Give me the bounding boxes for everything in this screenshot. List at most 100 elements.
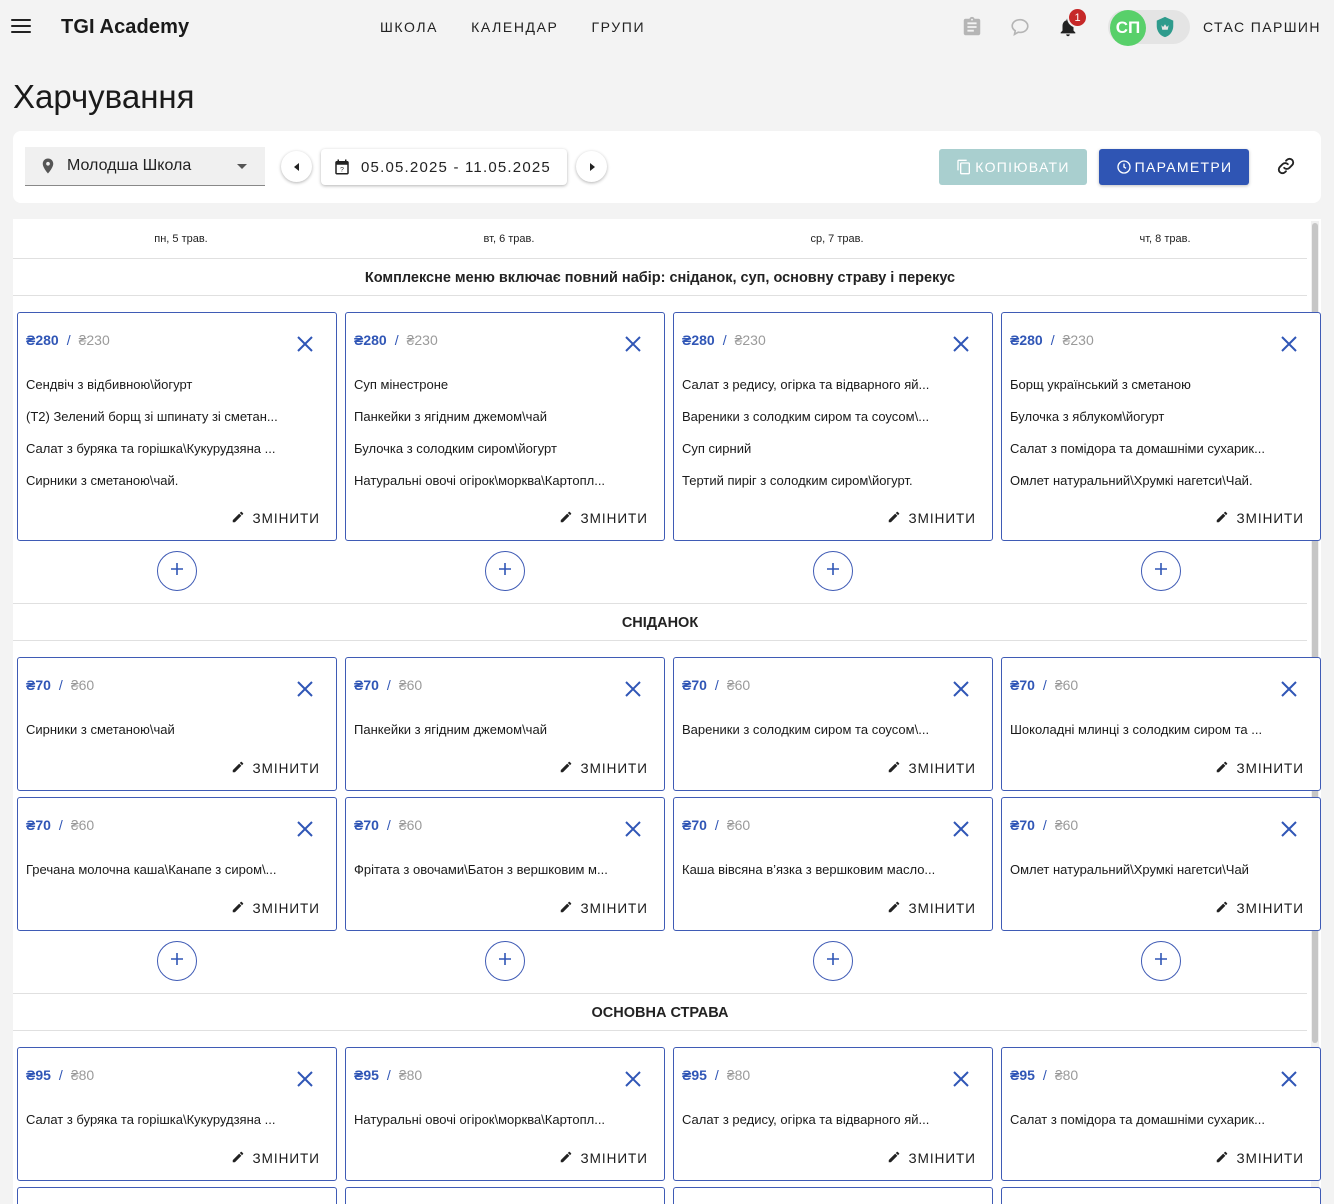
close-icon[interactable] xyxy=(296,335,314,353)
copy-button[interactable]: КОПІЮВАТИ xyxy=(939,149,1087,185)
link-icon[interactable] xyxy=(1273,153,1299,179)
edit-button[interactable]: ЗМІНИТИ xyxy=(887,900,976,917)
close-icon[interactable] xyxy=(952,680,970,698)
close-icon[interactable] xyxy=(296,820,314,838)
add-meal-button[interactable] xyxy=(157,941,197,981)
meal-card[interactable] xyxy=(345,1187,665,1204)
menu-icon[interactable] xyxy=(11,19,31,35)
meal-card[interactable]: ₴70 / ₴60 Каша вівсяна в’язка з вершковим м… xyxy=(673,797,993,931)
meal-card[interactable]: ₴70 / ₴60 Шоколадні млинці з солодким сиром… xyxy=(1001,657,1321,791)
add-meal-button[interactable] xyxy=(813,941,853,981)
page-title: Харчування xyxy=(13,78,195,115)
meal-item: Омлет натуральний\Хрумкі нагетси\Чай xyxy=(1010,862,1249,877)
close-icon[interactable] xyxy=(1280,1070,1298,1088)
meal-item: Фрітата з овочами\Батон з вершковим м... xyxy=(354,862,608,877)
prev-week-button[interactable] xyxy=(281,151,312,182)
price-primary: ₴95 xyxy=(354,1067,379,1083)
meal-price: ₴70 / ₴60 xyxy=(682,677,750,693)
close-icon[interactable] xyxy=(624,1070,642,1088)
edit-button[interactable]: ЗМІНИТИ xyxy=(559,1150,648,1167)
close-icon[interactable] xyxy=(296,680,314,698)
add-meal-button[interactable] xyxy=(1141,941,1181,981)
meal-card[interactable]: ₴70 / ₴60 Панкейки з ягідним джемом\чай ЗМІН… xyxy=(345,657,665,791)
pencil-icon xyxy=(1215,1150,1229,1167)
meal-card[interactable]: ₴70 / ₴60 Фрітата з овочами\Батон з вершков… xyxy=(345,797,665,931)
meal-item: Суп мінестроне xyxy=(354,377,449,392)
meal-card[interactable]: ₴95 / ₴80 Салат з буряка та горішка\Кукуруд… xyxy=(17,1047,337,1181)
edit-button[interactable]: ЗМІНИТИ xyxy=(559,760,648,777)
edit-button[interactable]: ЗМІНИТИ xyxy=(231,510,320,527)
close-icon[interactable] xyxy=(952,820,970,838)
meal-card[interactable]: ₴70 / ₴60 Сирники з сметаною\чай ЗМІНИТИ xyxy=(17,657,337,791)
meal-card[interactable]: ₴95 / ₴80 Натуральні овочі огірок\морква\Ка… xyxy=(345,1047,665,1181)
meal-card[interactable]: ₴95 / ₴80 Салат з редису, огірка та відварн… xyxy=(673,1047,993,1181)
close-icon[interactable] xyxy=(1280,335,1298,353)
price-secondary: ₴60 xyxy=(70,817,95,833)
meal-card[interactable]: ₴70 / ₴60 Омлет натуральний\Хрумкі нагетси\… xyxy=(1001,797,1321,931)
edit-button[interactable]: ЗМІНИТИ xyxy=(887,1150,976,1167)
close-icon[interactable] xyxy=(624,820,642,838)
price-primary: ₴70 xyxy=(1010,817,1035,833)
brand-title[interactable]: TGI Academy xyxy=(61,16,189,39)
meal-card[interactable]: ₴70 / ₴60 Гречана молочна каша\Канапе з сир… xyxy=(17,797,337,931)
user-name[interactable]: СТАС ПАРШИН xyxy=(1203,19,1321,35)
price-separator: / xyxy=(394,332,399,348)
add-meal-button[interactable] xyxy=(485,551,525,591)
nav-item-groups[interactable]: ГРУПИ xyxy=(592,19,646,35)
edit-button[interactable]: ЗМІНИТИ xyxy=(559,510,648,527)
close-icon[interactable] xyxy=(624,680,642,698)
clipboard-icon[interactable] xyxy=(959,14,985,40)
nav-item-calendar[interactable]: КАЛЕНДАР xyxy=(471,19,558,35)
caret-left-icon xyxy=(293,162,299,171)
add-meal-button[interactable] xyxy=(1141,551,1181,591)
close-icon[interactable] xyxy=(624,335,642,353)
add-meal-button[interactable] xyxy=(813,551,853,591)
edit-button[interactable]: ЗМІНИТИ xyxy=(231,1150,320,1167)
price-separator: / xyxy=(722,332,727,348)
edit-button[interactable]: ЗМІНИТИ xyxy=(1215,900,1304,917)
edit-button[interactable]: ЗМІНИТИ xyxy=(231,760,320,777)
meal-card[interactable] xyxy=(17,1187,337,1204)
meal-price: ₴70 / ₴60 xyxy=(26,677,94,693)
close-icon[interactable] xyxy=(952,1070,970,1088)
edit-button[interactable]: ЗМІНИТИ xyxy=(1215,760,1304,777)
edit-button[interactable]: ЗМІНИТИ xyxy=(231,900,320,917)
close-icon[interactable] xyxy=(952,335,970,353)
params-button[interactable]: ПАРАМЕТРИ xyxy=(1099,149,1249,185)
day-header: ср, 7 трав. xyxy=(810,233,864,245)
meal-item: Салат з буряка та горішка\Кукурудзяна ..… xyxy=(26,1112,276,1127)
pencil-icon xyxy=(559,760,573,777)
edit-button[interactable]: ЗМІНИТИ xyxy=(1215,510,1304,527)
add-meal-button[interactable] xyxy=(485,941,525,981)
price-primary: ₴70 xyxy=(682,677,707,693)
edit-button-label: ЗМІНИТИ xyxy=(908,1151,976,1166)
chat-icon[interactable] xyxy=(1007,14,1033,40)
meal-card[interactable]: ₴280 / ₴230 Борщ український з сметаною Було… xyxy=(1001,312,1321,541)
close-icon[interactable] xyxy=(1280,680,1298,698)
meal-card[interactable]: ₴280 / ₴230 Сендвіч з відбивною\йогурт (Т2) … xyxy=(17,312,337,541)
edit-button[interactable]: ЗМІНИТИ xyxy=(1215,1150,1304,1167)
nav-item-school[interactable]: ШКОЛА xyxy=(380,19,438,35)
edit-button[interactable]: ЗМІНИТИ xyxy=(887,760,976,777)
meal-card[interactable]: ₴280 / ₴230 Салат з редису, огірка та відва… xyxy=(673,312,993,541)
price-primary: ₴70 xyxy=(682,817,707,833)
school-select[interactable]: Молодша Школа xyxy=(25,147,265,186)
edit-button[interactable]: ЗМІНИТИ xyxy=(887,510,976,527)
close-icon[interactable] xyxy=(1280,820,1298,838)
meal-card[interactable]: ₴95 / ₴80 Салат з помідора та домашніми сух… xyxy=(1001,1047,1321,1181)
pencil-icon xyxy=(1215,510,1229,527)
plus-icon xyxy=(1154,952,1168,971)
close-icon[interactable] xyxy=(296,1070,314,1088)
edit-button[interactable]: ЗМІНИТИ xyxy=(559,900,648,917)
meal-card[interactable] xyxy=(673,1187,993,1204)
params-button-label: ПАРАМЕТРИ xyxy=(1134,159,1233,175)
date-range-picker[interactable]: ? 05.05.2025 - 11.05.2025 xyxy=(321,149,567,185)
next-week-button[interactable] xyxy=(576,151,607,182)
avatar[interactable]: СП xyxy=(1110,10,1146,46)
meal-price: ₴95 / ₴80 xyxy=(354,1067,422,1083)
meal-card[interactable]: ₴70 / ₴60 Вареники з солодким сиром та соус… xyxy=(673,657,993,791)
add-meal-button[interactable] xyxy=(157,551,197,591)
meal-card[interactable]: ₴280 / ₴230 Суп мінестроне Панкейки з ягідни… xyxy=(345,312,665,541)
meal-card[interactable] xyxy=(1001,1187,1321,1204)
meal-item: Натуральні овочі огірок\морква\Картопл..… xyxy=(354,1112,606,1127)
